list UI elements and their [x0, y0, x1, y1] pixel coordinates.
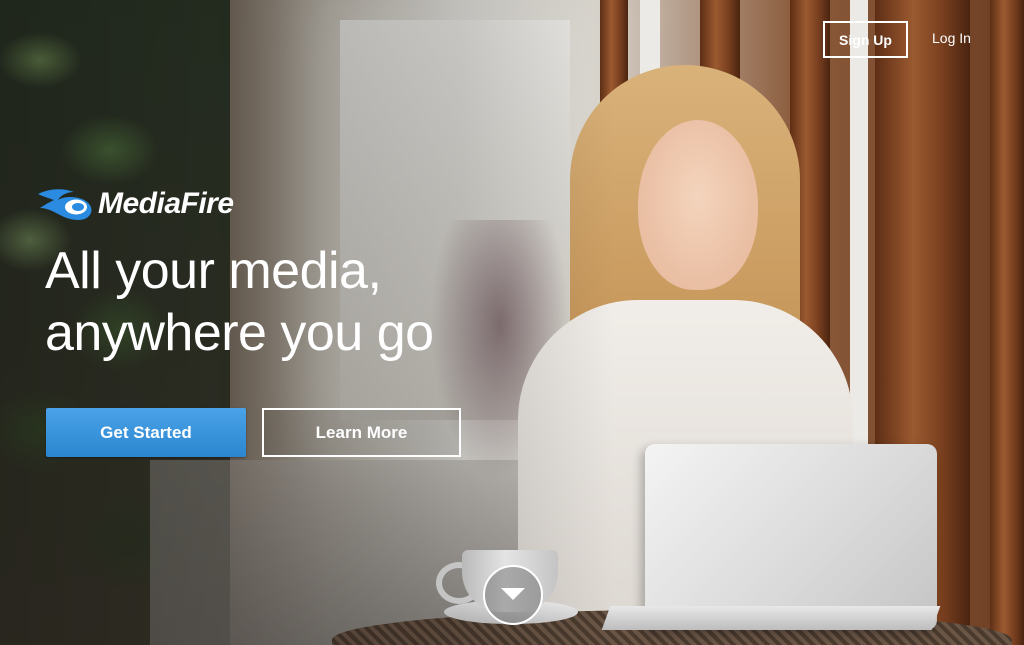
mediafire-flame-icon [38, 189, 92, 220]
learn-more-button[interactable]: Learn More [262, 408, 461, 457]
log-in-link[interactable]: Log In [932, 30, 971, 50]
scroll-down-button[interactable] [483, 565, 543, 625]
headline-line-2: anywhere you go [45, 304, 434, 362]
sign-up-button[interactable]: Sign Up [823, 21, 908, 58]
mediafire-logo[interactable]: MediaFire [36, 186, 234, 222]
chevron-down-icon [501, 588, 525, 600]
get-started-button[interactable]: Get Started [46, 408, 246, 457]
hero-headline: All your media, anywhere you go [45, 240, 434, 364]
logo-text: MediaFire [98, 187, 234, 220]
headline-line-1: All your media, [45, 242, 382, 300]
